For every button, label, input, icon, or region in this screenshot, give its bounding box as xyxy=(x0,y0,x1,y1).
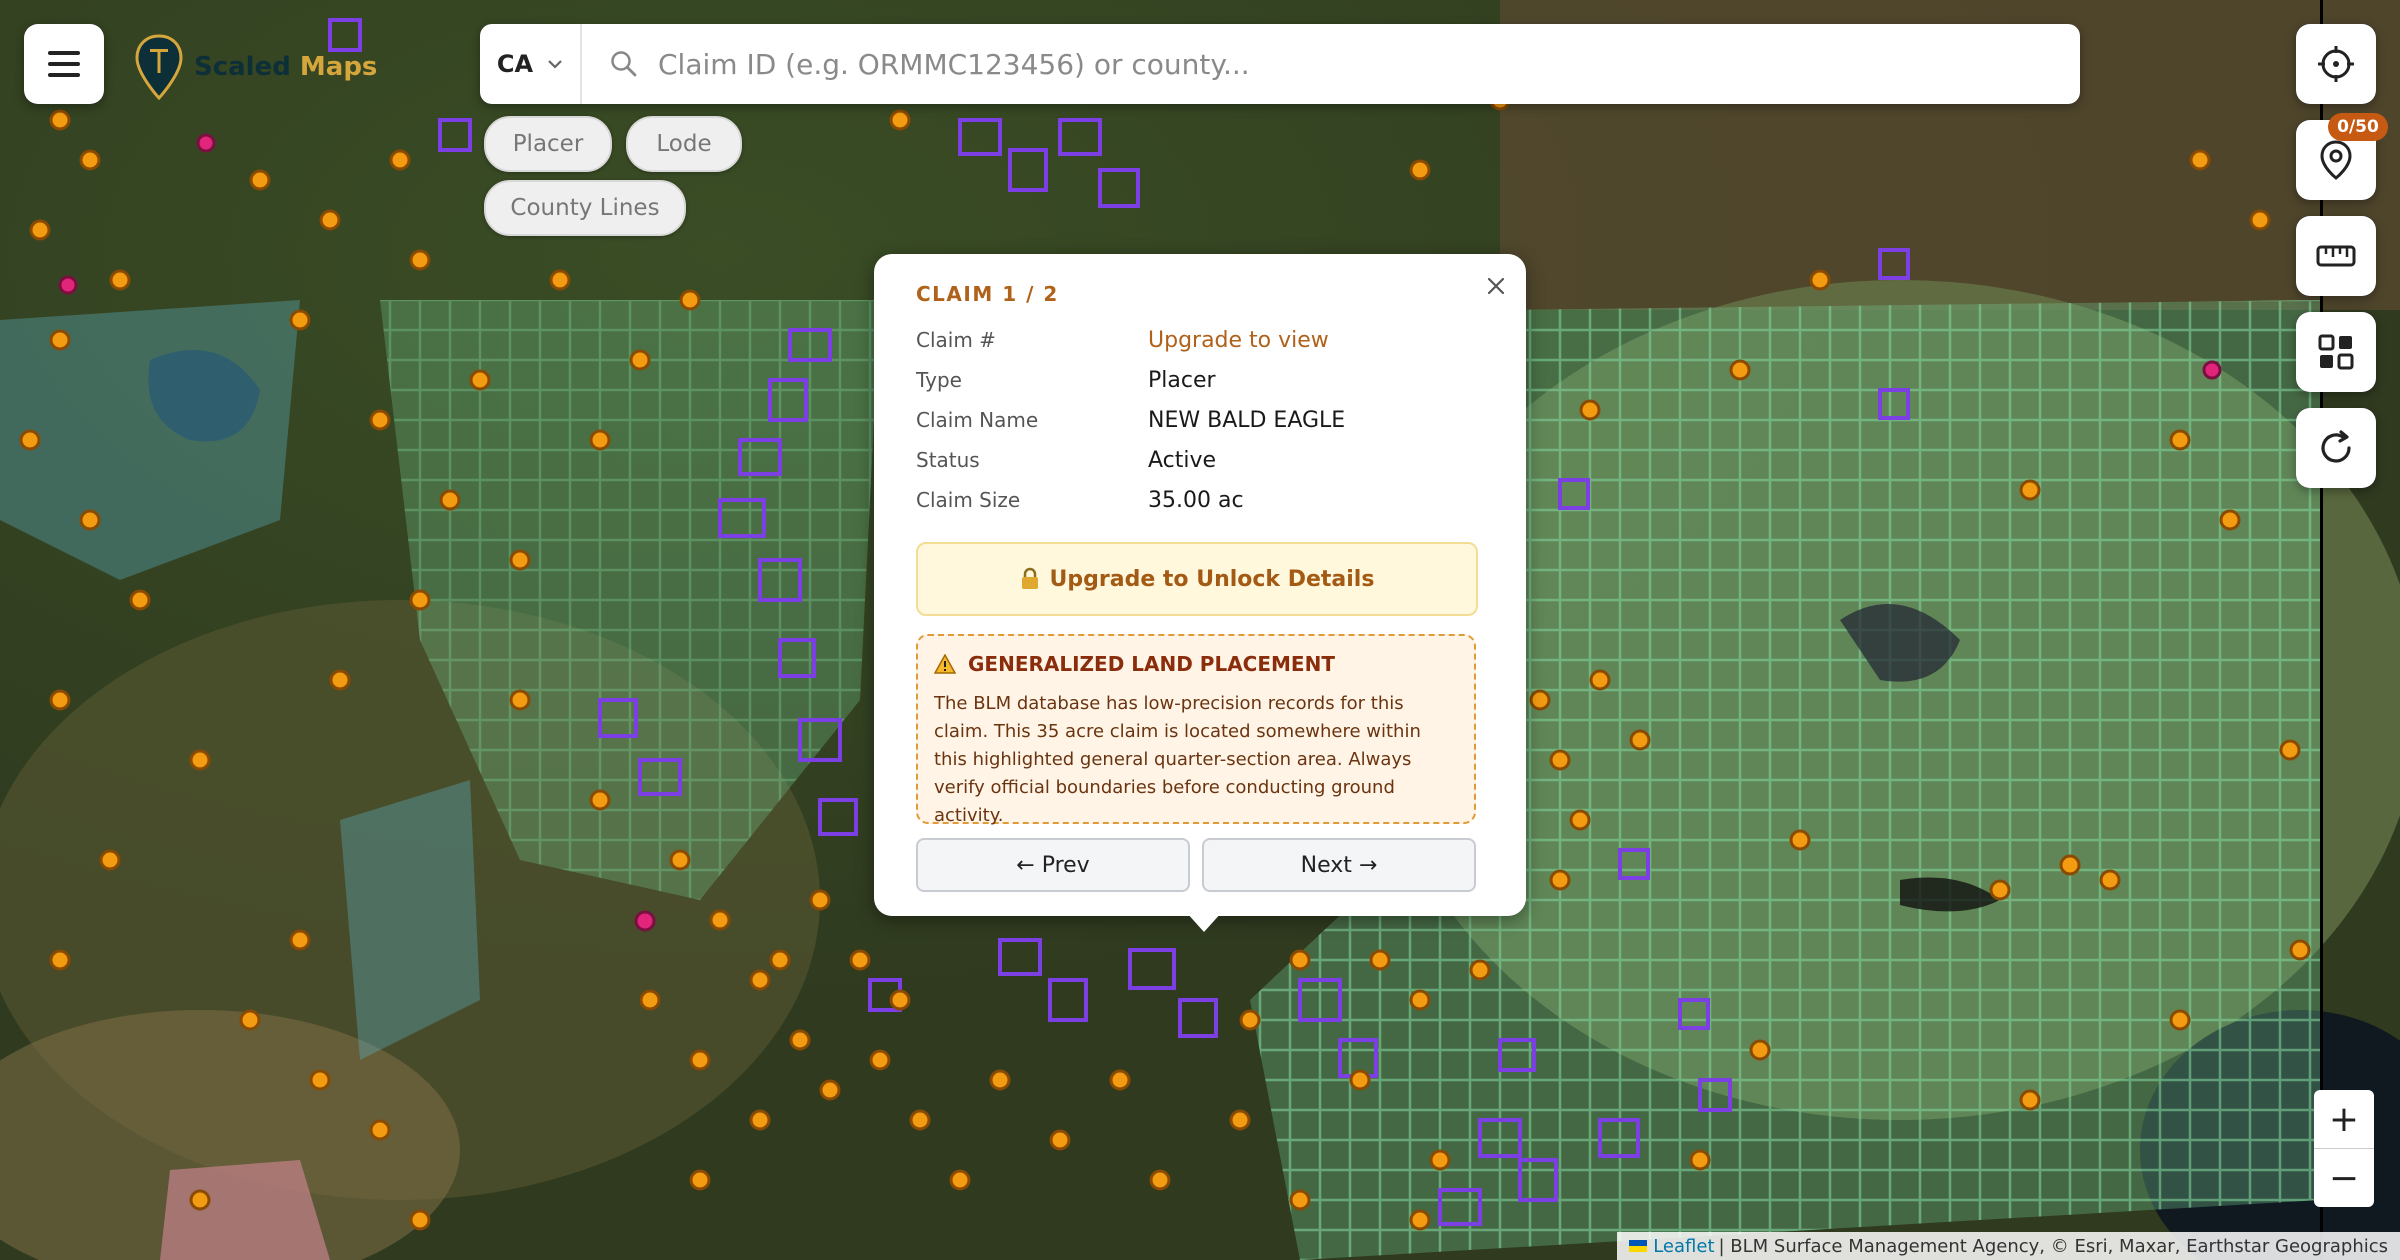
claim-size-label: Claim Size xyxy=(916,488,1021,512)
upgrade-unlock-button[interactable]: Upgrade to Unlock Details xyxy=(916,542,1478,616)
type-value: Placer xyxy=(1148,368,1216,393)
warning-title: GENERALIZED LAND PLACEMENT xyxy=(968,652,1335,676)
chevron-down-icon xyxy=(548,60,562,69)
app-logo[interactable]: Scaled Maps xyxy=(134,34,377,100)
menu-button[interactable] xyxy=(24,24,104,104)
status-label: Status xyxy=(916,448,980,472)
upgrade-unlock-label: Upgrade to Unlock Details xyxy=(1049,566,1375,592)
measure-button[interactable] xyxy=(2296,216,2376,296)
popup-pointer xyxy=(1186,912,1222,932)
map-attribution: Leaflet | BLM Surface Management Agency,… xyxy=(1617,1232,2400,1260)
popup-heading: CLAIM 1 / 2 xyxy=(916,282,1059,306)
claim-number-upgrade-link[interactable]: Upgrade to view xyxy=(1148,328,1329,353)
claim-name-label: Claim Name xyxy=(916,408,1039,432)
lock-icon xyxy=(1021,567,1038,589)
location-pin-logo-icon xyxy=(135,34,183,100)
claim-popup: CLAIM 1 / 2 Claim # Upgrade to view Type… xyxy=(874,254,1526,916)
ruler-icon xyxy=(2316,245,2356,267)
locate-me-button[interactable] xyxy=(2296,24,2376,104)
refresh-icon xyxy=(2321,430,2351,463)
warning-icon xyxy=(934,654,956,674)
attribution-text: | BLM Surface Management Agency, © Esri,… xyxy=(1718,1235,2388,1257)
pin-counter-badge: 0/50 xyxy=(2328,113,2388,141)
next-claim-button[interactable]: Next → xyxy=(1202,838,1476,892)
refresh-button[interactable] xyxy=(2296,408,2376,488)
ukraine-flag-icon xyxy=(1629,1240,1648,1252)
state-select-value: CA xyxy=(496,50,534,78)
zoom-in-button[interactable]: + xyxy=(2314,1090,2374,1149)
status-value: Active xyxy=(1148,448,1217,473)
warning-body: The BLM database has low-precision recor… xyxy=(934,693,1421,826)
app-name: Scaled Maps xyxy=(194,52,378,82)
filter-chip-county-lines[interactable]: County Lines xyxy=(484,180,686,236)
placement-warning: GENERALIZED LAND PLACEMENT The BLM datab… xyxy=(916,634,1476,826)
leaflet-link-label: Leaflet xyxy=(1653,1235,1715,1257)
leaflet-link[interactable]: Leaflet xyxy=(1629,1235,1715,1257)
search-icon xyxy=(610,50,638,78)
filter-chip-placer[interactable]: Placer xyxy=(484,116,612,172)
filter-chip-lode[interactable]: Lode xyxy=(626,116,742,172)
claim-number-label: Claim # xyxy=(916,328,996,352)
search-bar: CA xyxy=(480,24,2080,104)
zoom-out-button[interactable]: − xyxy=(2314,1149,2374,1207)
map-pin-icon xyxy=(2320,140,2352,180)
state-select[interactable]: CA xyxy=(480,24,582,104)
hamburger-icon xyxy=(48,51,80,77)
close-icon xyxy=(1487,277,1505,295)
type-label: Type xyxy=(916,368,962,392)
claim-size-value: 35.00 ac xyxy=(1148,488,1244,513)
prev-claim-button[interactable]: ← Prev xyxy=(916,838,1190,892)
search-input[interactable] xyxy=(656,46,2040,82)
claim-name-value: NEW BALD EAGLE xyxy=(1148,408,1346,433)
layers-button[interactable] xyxy=(2296,312,2376,392)
grid-layers-icon xyxy=(2318,334,2354,370)
crosshair-icon xyxy=(2318,46,2354,82)
close-popup-button[interactable] xyxy=(1476,266,1516,306)
